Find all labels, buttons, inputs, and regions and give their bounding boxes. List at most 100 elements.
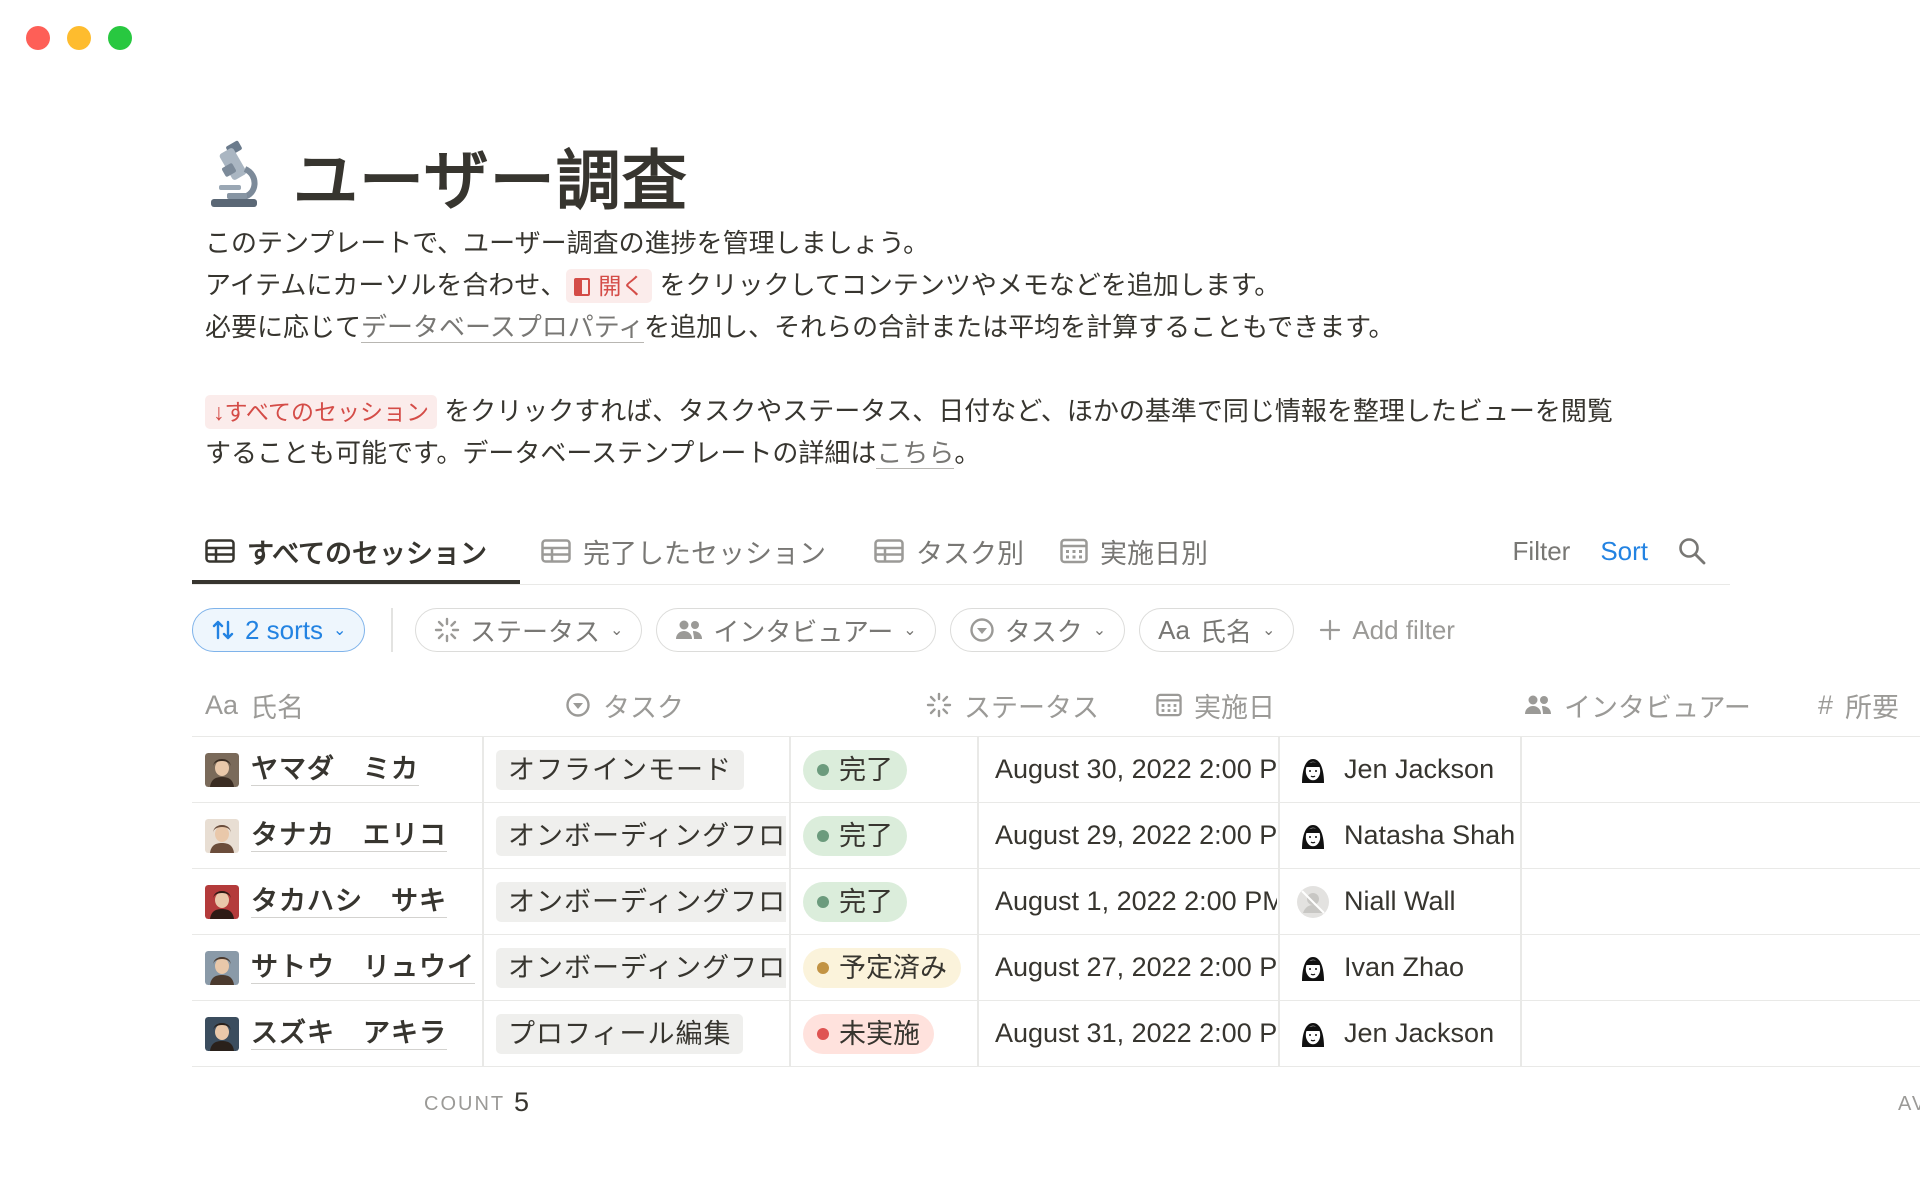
date-cell[interactable]: August 30, 2022 2:00 PM (	[995, 737, 1277, 802]
column-divider	[482, 737, 484, 802]
table-row[interactable]: タナカ エリコ オンボーディングフロー 完了 August 29, 2022 2:00…	[192, 803, 1920, 869]
interviewer-cell[interactable]: Natasha Shah	[1296, 803, 1521, 868]
active-tab-indicator	[192, 580, 520, 584]
status-dot	[817, 895, 829, 908]
interviewer-cell[interactable]: Ivan Zhao	[1296, 935, 1521, 1000]
chevron-down-icon: ⌄	[1092, 622, 1107, 639]
description-line: 必要に応じてデータベースプロパティを追加し、それらの合計または平均を計算すること…	[205, 306, 1613, 348]
description-text: 。	[954, 438, 981, 468]
column-header-date[interactable]: 実施日	[1156, 674, 1275, 736]
name-cell[interactable]: タカハシ サキ	[205, 869, 475, 934]
close-window-button[interactable]	[26, 26, 50, 50]
table-row[interactable]: タカハシ サキ オンボーディングフロー 完了 August 1, 2022 2:00 …	[192, 869, 1920, 935]
add-filter-button[interactable]: Add filter	[1318, 615, 1455, 646]
template-help-link[interactable]: こちら	[876, 438, 955, 469]
microscope-icon[interactable]	[205, 139, 265, 211]
description-line: このテンプレートで、ユーザー調査の進捗を管理しましょう。	[205, 228, 930, 258]
text-property-icon: Aa	[205, 689, 239, 720]
column-divider	[1278, 803, 1280, 868]
database-properties-link[interactable]: データベースプロパティ	[361, 312, 645, 343]
select-circle-icon	[969, 618, 994, 642]
task-filter-pill[interactable]: タスク ⌄	[949, 608, 1126, 652]
column-label: インタビュアー	[1564, 692, 1751, 723]
status-cell[interactable]: 完了	[803, 803, 978, 868]
status-loading-icon	[926, 692, 952, 718]
sort-button[interactable]: Sort	[1600, 536, 1648, 567]
people-icon	[676, 620, 703, 639]
column-header-duration[interactable]: # 所要	[1818, 674, 1899, 736]
status-cell[interactable]: 完了	[803, 737, 978, 802]
description-text: アイテムにカーソルを合わせ、	[205, 270, 567, 300]
page-photo-icon	[205, 752, 239, 787]
status-dot	[817, 1027, 829, 1040]
tab-by-task[interactable]: タスク別	[874, 520, 1024, 582]
sorts-pill[interactable]: 2 sorts ⌄	[192, 608, 366, 652]
sessions-table: Aa 氏名 タスク ステータス 実施日 インタビュアー # 所要 ヤマダ ミカ オフラ…	[192, 674, 1920, 1067]
page-title[interactable]: ユーザー調査	[293, 128, 688, 222]
column-divider	[1278, 737, 1280, 802]
sorts-label: 2 sorts	[245, 614, 324, 645]
column-label: 氏名	[250, 692, 305, 723]
status-cell[interactable]: 予定済み	[803, 935, 978, 1000]
row-name: タナカ エリコ	[251, 820, 447, 852]
name-filter-pill[interactable]: Aa 氏名 ⌄	[1139, 608, 1295, 652]
avatar-illustration-icon	[1302, 956, 1324, 981]
table-row[interactable]: スズキ アキラ プロフィール編集 未実施 August 31, 2022 2:00 P…	[192, 1001, 1920, 1067]
table-row[interactable]: ヤマダ ミカ オフラインモード 完了 August 30, 2022 2:00 PM …	[192, 737, 1920, 803]
task-cell[interactable]: オフラインモード	[496, 737, 786, 802]
interviewer-filter-pill[interactable]: インタビュアー ⌄	[656, 608, 936, 652]
plus-icon	[1320, 619, 1341, 641]
column-header-status[interactable]: ステータス	[926, 674, 1099, 736]
view-toolbar: Filter Sort	[1513, 520, 1706, 582]
search-icon[interactable]	[1678, 537, 1706, 565]
task-cell[interactable]: プロフィール編集	[496, 1001, 786, 1066]
column-divider	[1278, 869, 1280, 934]
description-text: 必要に応じて	[205, 312, 362, 342]
tab-completed-sessions[interactable]: 完了したセッション	[541, 520, 826, 582]
table-header: Aa 氏名 タスク ステータス 実施日 インタビュアー # 所要	[192, 674, 1920, 737]
name-cell[interactable]: スズキ アキラ	[205, 1001, 475, 1066]
name-cell[interactable]: ヤマダ ミカ	[205, 737, 475, 802]
filter-button[interactable]: Filter	[1513, 536, 1571, 567]
date-cell[interactable]: August 27, 2022 2:00 PM (	[995, 935, 1277, 1000]
tab-label: すべてのセッション	[247, 538, 488, 569]
count-label[interactable]: COUNT	[424, 1093, 505, 1116]
task-tag: プロフィール編集	[496, 1013, 744, 1054]
table-icon	[205, 539, 235, 563]
interviewer-name: Natasha Shah	[1344, 820, 1516, 850]
interviewer-cell[interactable]: Jen Jackson	[1296, 737, 1521, 802]
maximize-window-button[interactable]	[108, 26, 132, 50]
minimize-window-button[interactable]	[67, 26, 91, 50]
task-tag: オンボーディングフロー	[496, 947, 786, 988]
task-cell[interactable]: オンボーディングフロー	[496, 935, 786, 1000]
chevron-down-icon: ⌄	[609, 622, 624, 639]
column-header-interviewer[interactable]: インタビュアー	[1524, 674, 1751, 736]
date-value: August 1, 2022 2:00 PM (G	[995, 886, 1277, 916]
all-sessions-chip: ↓すべてのセッション	[205, 395, 437, 429]
status-filter-pill[interactable]: ステータス ⌄	[414, 608, 643, 652]
status-dot	[817, 763, 829, 776]
status-label: 完了	[839, 886, 893, 917]
name-cell[interactable]: タナカ エリコ	[205, 803, 475, 868]
date-value: August 31, 2022 2:00 PM (	[995, 1018, 1277, 1048]
status-cell[interactable]: 完了	[803, 869, 978, 934]
table-row[interactable]: サトウ リュウイチオンボーディングフロー 予定済み August 27, 2022 …	[192, 935, 1920, 1001]
task-cell[interactable]: オンボーディングフロー	[496, 803, 786, 868]
row-name: タカハシ サキ	[251, 886, 447, 918]
tab-by-date[interactable]: 実施日別	[1060, 520, 1208, 582]
date-cell[interactable]: August 31, 2022 2:00 PM (	[995, 1001, 1277, 1066]
status-label: 完了	[839, 754, 893, 785]
name-cell[interactable]: サトウ リュウイチ	[205, 935, 475, 1000]
task-cell[interactable]: オンボーディングフロー	[496, 869, 786, 934]
column-header-task[interactable]: タスク	[565, 674, 684, 736]
interviewer-cell[interactable]: Jen Jackson	[1296, 1001, 1521, 1066]
view-tabs: すべてのセッション 完了したセッション タスク別 実施日別 Filter Sor…	[192, 520, 1730, 585]
divider	[391, 608, 393, 652]
tab-all-sessions[interactable]: すべてのセッション	[205, 520, 487, 582]
average-label[interactable]: AV	[1898, 1093, 1920, 1116]
date-cell[interactable]: August 29, 2022 2:00 PM (	[995, 803, 1277, 868]
status-cell[interactable]: 未実施	[803, 1001, 978, 1066]
interviewer-cell[interactable]: Niall Wall	[1296, 869, 1521, 934]
column-header-name[interactable]: Aa 氏名	[205, 674, 304, 736]
date-cell[interactable]: August 1, 2022 2:00 PM (G	[995, 869, 1277, 934]
